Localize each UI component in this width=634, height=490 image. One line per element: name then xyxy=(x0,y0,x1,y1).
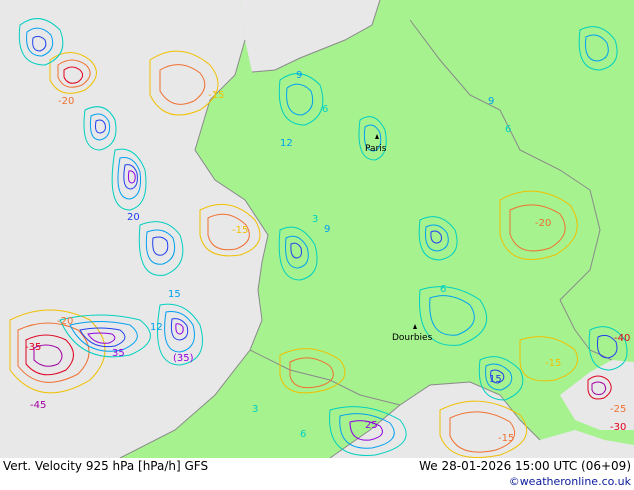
contour-label: (35) xyxy=(173,353,194,364)
forecast-timestamp: We 28-01-2026 15:00 UTC (06+09) xyxy=(419,459,631,473)
contour-label: -20 xyxy=(58,96,74,107)
vertical-velocity-map: -20 -15 -15 -20 -35 -45 -20 -15 -40 -15 … xyxy=(0,0,634,458)
city-label: Paris xyxy=(365,144,387,154)
city-label: Dourbies xyxy=(392,333,433,343)
contour-label: 6 xyxy=(505,124,511,135)
contour-label: -15 xyxy=(498,433,514,444)
contour-label: 6 xyxy=(440,284,446,295)
contour-label: -15 xyxy=(232,225,248,236)
contour-label: -20 xyxy=(57,316,73,327)
contour-label: 25 xyxy=(365,420,378,431)
contour-label: 6 xyxy=(300,429,306,440)
contour-label: -35 xyxy=(25,342,41,353)
contour-label: 35 xyxy=(112,348,125,359)
map-footer: Vert. Velocity 925 hPa [hPa/h] GFS We 28… xyxy=(0,458,634,490)
contour-label: 6 xyxy=(322,104,328,115)
contour-label: 15 xyxy=(168,289,181,300)
weather-map: -20 -15 -15 -20 -35 -45 -20 -15 -40 -15 … xyxy=(0,0,634,490)
contour-label: -30 xyxy=(610,422,626,433)
source-credit: ©weatheronline.co.uk xyxy=(508,475,631,488)
contour-label: 12 xyxy=(150,322,163,333)
contour-label: -20 xyxy=(535,218,551,229)
contour-label: -40 xyxy=(614,333,630,344)
contour-label: 9 xyxy=(324,224,330,235)
contour-label: -45 xyxy=(30,400,46,411)
contour-label: 3 xyxy=(252,404,258,415)
contour-label: -15 xyxy=(545,358,561,369)
contour-label: -25 xyxy=(610,404,626,415)
contour-label: 12 xyxy=(280,138,293,149)
contour-label: 9 xyxy=(296,70,302,81)
contour-label: -15 xyxy=(208,90,224,101)
contour-label: 3 xyxy=(312,214,318,225)
contour-label: 9 xyxy=(488,96,494,107)
map-title: Vert. Velocity 925 hPa [hPa/h] GFS xyxy=(3,459,209,473)
contour-label: 20 xyxy=(127,212,140,223)
contour-label: 15 xyxy=(489,374,502,385)
